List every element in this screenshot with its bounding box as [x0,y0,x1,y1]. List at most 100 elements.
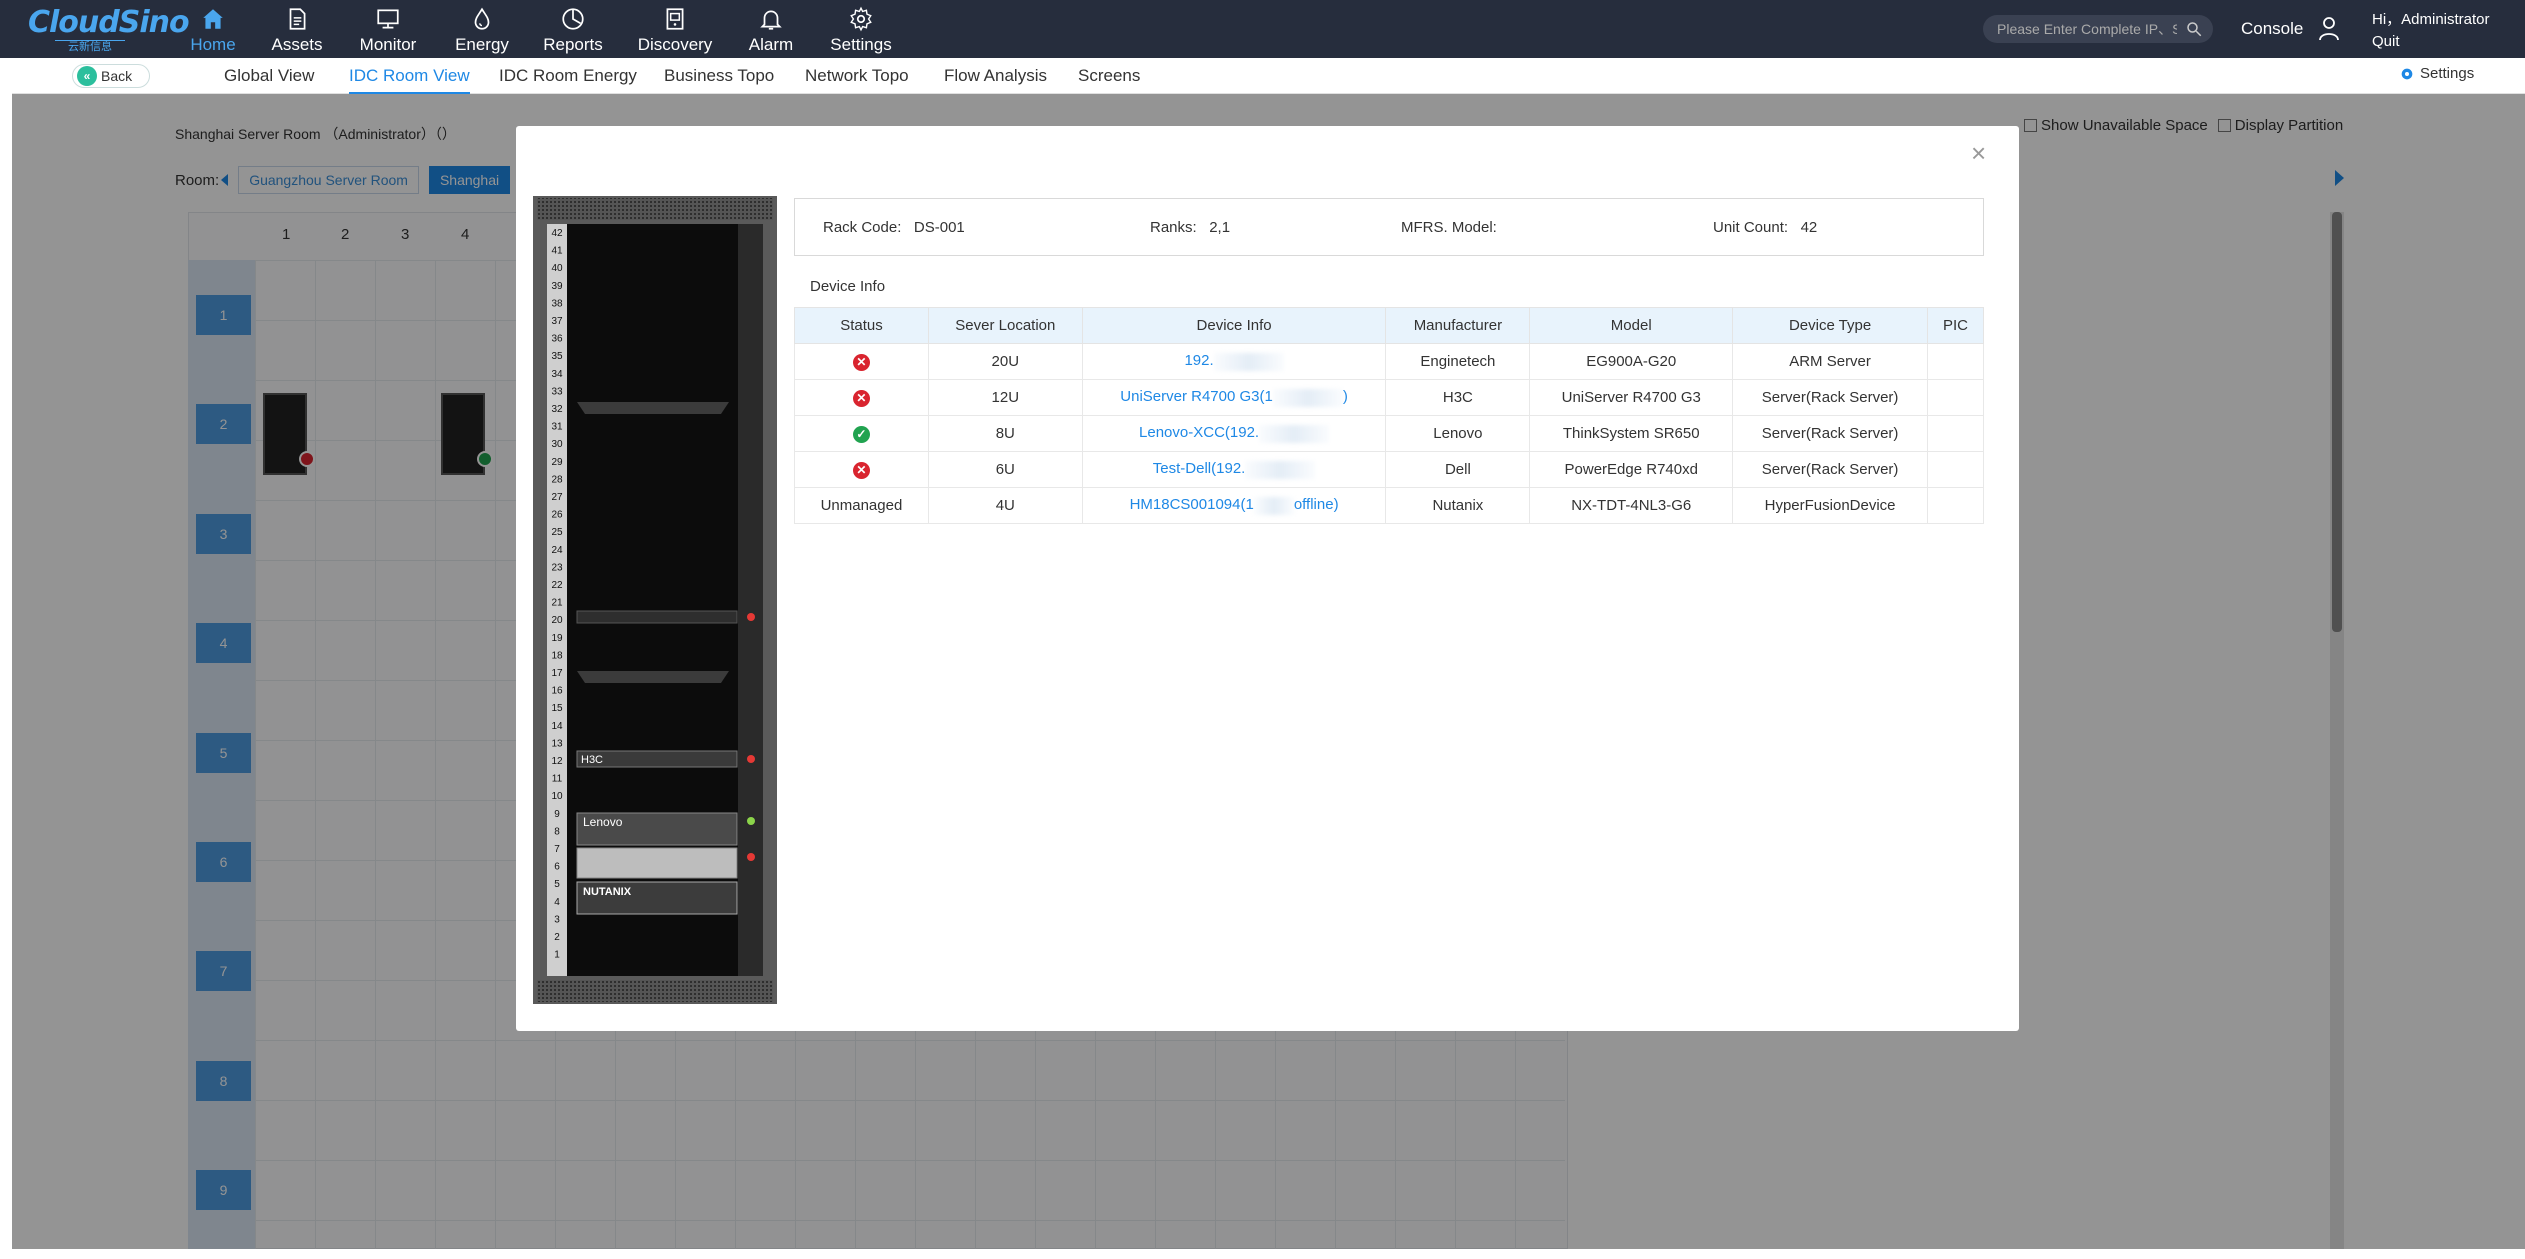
tab-global-view[interactable]: Global View [224,66,314,94]
user-icon[interactable] [2317,15,2341,41]
tab-screens[interactable]: Screens [1078,66,1140,94]
column-header[interactable]: Sever Location [927,307,1083,344]
pic-cell [1927,379,1984,416]
back-button[interactable]: « Back [72,64,150,88]
pic-cell [1927,415,1984,452]
gear-icon [2401,68,2413,79]
redacted-ip [1245,460,1316,479]
nav-settings[interactable]: Settings [829,0,893,58]
status-cell: ✕ [794,451,929,488]
rack-code-label: Rack Code: [823,218,902,236]
drop-icon [474,7,490,30]
rack-unit-number: 5 [554,879,560,890]
nav-reports-label: Reports [543,35,603,54]
nav-reports[interactable]: Reports [543,0,603,58]
tab-network-topo[interactable]: Network Topo [805,66,909,94]
cloudsino-logo[interactable]: CloudSino 云新信息 [28,8,190,54]
manufacturer-cell: Dell [1385,451,1531,488]
rack-bottom-vent [537,980,773,1002]
device-info-tail: offline) [1293,496,1339,514]
search-icon[interactable] [2185,20,2203,38]
table-row[interactable]: Unmanaged 4U HM18CS001094(1 offline) Nuta… [794,487,1984,524]
rack-unit-number: 32 [551,404,563,415]
manufacturer-cell: H3C [1385,379,1531,416]
rack-unit-number: 35 [551,351,563,362]
rack-unit-number: 22 [551,580,563,591]
rack-shelf [577,402,729,414]
nav-alarm[interactable]: Alarm [747,0,795,58]
settings-link[interactable]: Settings [2399,65,2474,82]
table-row[interactable]: ✕ 12U UniServer R4700 G3(1) H3C UniServe… [794,379,1984,416]
device-info-link[interactable]: HM18CS001094(1 offline) [1081,487,1387,524]
table-row[interactable]: ✓ 8U Lenovo-XCC(192. Lenovo ThinkSystem … [794,415,1984,452]
device-info-link[interactable]: Lenovo-XCC(192. [1081,415,1387,452]
rack-device-dell[interactable] [576,847,738,879]
rack-unit-number: 36 [551,334,563,345]
logo-subtitle: 云新信息 [55,40,125,54]
ranks-field: Ranks: 2,1 [1150,219,1230,236]
manufacturer-cell: Nutanix [1385,487,1531,524]
nav-discovery[interactable]: Discovery [638,0,712,58]
top-navigation-bar: CloudSino 云新信息 Home Assets Monitor Energ… [0,0,2525,58]
location-cell: 6U [927,451,1083,488]
user-greeting: Hi，Administrator [2372,11,2490,28]
nav-assets[interactable]: Assets [271,0,323,58]
rack-unit-number: 17 [551,668,563,679]
back-arrow-icon: « [77,66,97,86]
location-cell: 12U [927,379,1083,416]
rack-code-field: Rack Code: DS-001 [823,219,965,236]
column-header[interactable]: Device Info [1081,307,1387,344]
table-row[interactable]: ✕ 6U Test-Dell(192. Dell PowerEdge R740x… [794,451,1984,488]
tab-idc-room-energy[interactable]: IDC Room Energy [499,66,637,94]
location-cell: 20U [927,343,1083,380]
global-search[interactable] [1983,15,2213,43]
column-header[interactable]: Model [1529,307,1734,344]
rack-unit-number: 21 [551,598,563,609]
rack-unit-number: 19 [551,633,563,644]
manufacturer-cell: Enginetech [1385,343,1531,380]
device-info-text: UniServer R4700 G3(1 [1120,388,1273,406]
column-header[interactable]: Device Type [1732,307,1929,344]
close-icon[interactable]: × [1971,138,1986,169]
rack-unit-number: 16 [551,686,563,697]
search-input[interactable] [1997,19,2177,39]
quit-link[interactable]: Quit [2372,33,2400,50]
tab-business-topo[interactable]: Business Topo [664,66,774,94]
rack-unit-number: 10 [551,791,563,802]
settings-link-label: Settings [2420,65,2475,82]
nav-monitor[interactable]: Monitor [356,0,420,58]
console-link[interactable]: Console [2241,19,2303,39]
mfrs-model-field: MFRS. Model: [1401,219,1501,236]
rack-status-dot-error [747,613,755,621]
pie-chart-icon [562,8,584,30]
device-info-link[interactable]: UniServer R4700 G3(1) [1081,379,1387,416]
rack-unit-number: 24 [551,545,563,556]
rack-device-enginetech[interactable] [576,610,738,624]
device-info-text: HM18CS001094(1 [1129,496,1254,514]
table-row[interactable]: ✕ 20U 192. Enginetech EG900A-G20 ARM Ser… [794,343,1984,380]
column-header[interactable]: Status [794,307,929,344]
device-type-cell: HyperFusionDevice [1732,487,1929,524]
tab-idc-room-view[interactable]: IDC Room View [349,66,470,94]
device-info-link[interactable]: Test-Dell(192. [1081,451,1387,488]
column-header[interactable]: PIC [1927,307,1984,344]
pic-cell [1927,451,1984,488]
device-type-cell: Server(Rack Server) [1732,379,1929,416]
rack-unit-number: 15 [551,703,563,714]
rack-unit-number: 37 [551,316,563,327]
model-cell: NX-TDT-4NL3-G6 [1529,487,1734,524]
gear-icon [850,6,872,32]
device-info-link[interactable]: 192. [1081,343,1387,380]
rack-unit-number: 8 [554,826,560,837]
column-header[interactable]: Manufacturer [1385,307,1531,344]
model-cell: ThinkSystem SR650 [1529,415,1734,452]
model-cell: EG900A-G20 [1529,343,1734,380]
unit-count-label: Unit Count: [1713,218,1789,236]
nav-assets-label: Assets [271,35,323,54]
tab-flow-analysis[interactable]: Flow Analysis [944,66,1047,94]
nav-home[interactable]: Home [187,0,239,58]
rack-info-panel: Rack Code: DS-001 Ranks: 2,1 MFRS. Model… [794,198,1984,256]
device-info-heading: Device Info [810,278,886,295]
nav-energy-label: Energy [455,35,509,54]
nav-energy[interactable]: Energy [455,0,509,58]
